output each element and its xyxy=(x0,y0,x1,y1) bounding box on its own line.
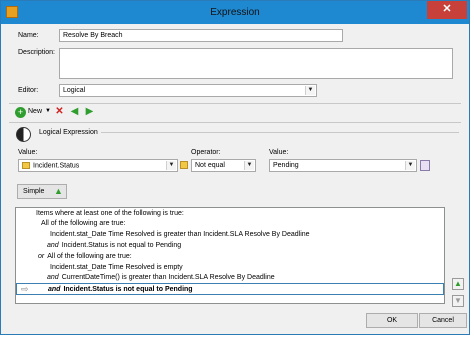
tree-line[interactable]: and Incident.Status is not equal to Pendi… xyxy=(47,242,181,249)
value-field-select[interactable]: Incident.Status ▼ xyxy=(18,159,178,172)
tree-line[interactable]: Incident.stat_Date Time Resolved is grea… xyxy=(47,231,310,238)
field-icon xyxy=(22,162,30,169)
editor-select[interactable]: Logical ▼ xyxy=(59,84,317,97)
forward-arrow-icon[interactable]: ▶ xyxy=(84,106,95,117)
simple-button[interactable]: Simple ▲ xyxy=(17,184,67,199)
right-value-text: Pending xyxy=(273,162,299,169)
right-value-label: Value: xyxy=(269,149,289,156)
operator-value: Not equal xyxy=(195,162,225,169)
chevron-down-icon: ▼ xyxy=(244,161,254,170)
chevron-down-icon: ▼ xyxy=(166,161,176,170)
tree-line[interactable]: or All of the following are true: xyxy=(38,253,132,260)
value-label: Value: xyxy=(18,149,38,156)
move-down-button[interactable]: ▼ xyxy=(452,295,464,307)
section-divider xyxy=(101,132,459,133)
operator-label: Operator: xyxy=(191,149,221,156)
editor-select-value: Logical xyxy=(63,87,86,94)
expression-tree[interactable]: Items where at least one of the followin… xyxy=(15,207,445,304)
value-field-text: Incident.Status xyxy=(33,162,80,170)
name-input[interactable]: Resolve By Breach xyxy=(59,29,343,42)
tree-line-selected[interactable]: ⇨ and Incident.Status is not equal to Pen… xyxy=(16,283,444,295)
new-button-label[interactable]: New xyxy=(28,108,42,115)
yin-yang-icon xyxy=(16,127,31,142)
new-icon[interactable]: + xyxy=(15,107,26,118)
divider xyxy=(9,103,461,104)
operator-select[interactable]: Not equal ▼ xyxy=(191,159,256,172)
move-up-button[interactable]: ▲ xyxy=(452,278,464,290)
current-item-arrow-icon: ⇨ xyxy=(21,284,29,294)
tree-line[interactable]: Incident.stat_Date Time Resolved is empt… xyxy=(47,264,183,271)
up-arrow-icon: ▲ xyxy=(54,186,63,196)
delete-icon[interactable]: ✕ xyxy=(54,106,65,117)
ok-button[interactable]: OK xyxy=(366,313,418,328)
chevron-down-icon: ▼ xyxy=(405,161,415,170)
divider xyxy=(9,122,461,123)
right-value-select[interactable]: Pending ▼ xyxy=(269,159,417,172)
title-bar[interactable]: Expression ✕ xyxy=(1,1,469,24)
description-input[interactable] xyxy=(59,48,453,79)
tree-line[interactable]: and CurrentDateTime() is greater than Inc… xyxy=(47,274,275,281)
description-label: Description: xyxy=(18,49,55,56)
expression-dialog: Expression ✕ Name: Resolve By Breach Des… xyxy=(0,0,470,335)
back-arrow-icon[interactable]: ◀ xyxy=(69,106,80,117)
editor-label: Editor: xyxy=(18,87,39,94)
tree-line[interactable]: Items where at least one of the followin… xyxy=(33,210,184,217)
value-picker-icon[interactable] xyxy=(420,160,430,171)
simple-button-label: Simple xyxy=(23,188,45,195)
field-picker-icon[interactable] xyxy=(180,161,188,169)
tree-line[interactable]: All of the following are true: xyxy=(38,220,125,227)
window-title: Expression xyxy=(210,7,260,18)
new-dropdown-icon[interactable]: ▼ xyxy=(45,108,51,114)
close-button[interactable]: ✕ xyxy=(427,1,467,19)
section-title: Logical Expression xyxy=(39,129,98,136)
chevron-down-icon: ▼ xyxy=(305,86,315,95)
name-label: Name: xyxy=(18,32,39,39)
cancel-button[interactable]: Cancel xyxy=(419,313,467,328)
